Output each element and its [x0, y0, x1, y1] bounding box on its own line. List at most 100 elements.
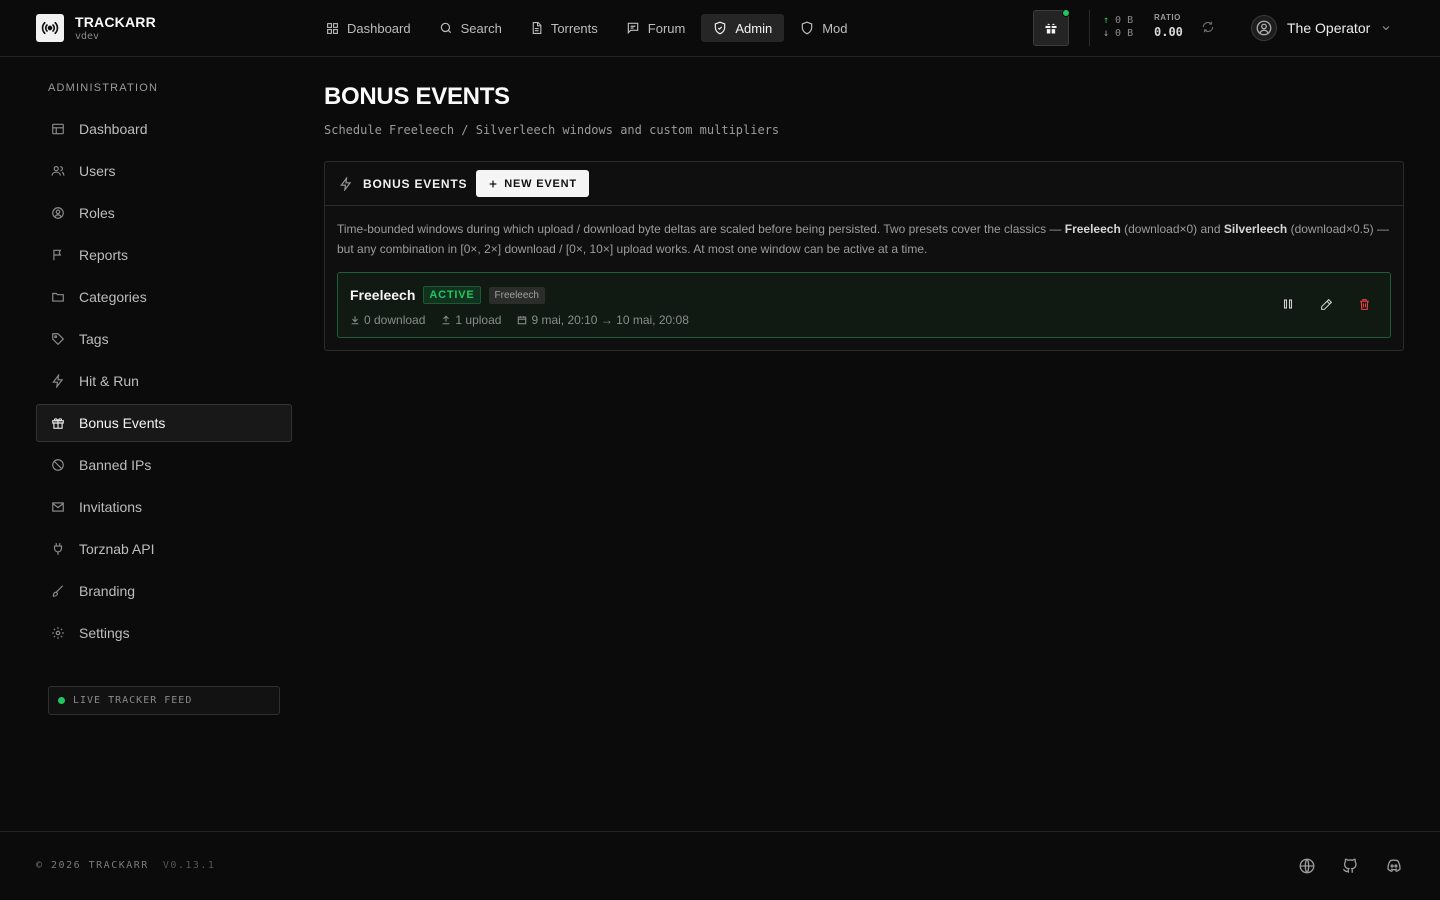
brush-icon [51, 584, 65, 598]
gift-icon [51, 416, 65, 430]
new-event-label: NEW EVENT [504, 177, 577, 190]
sidebar-item-banned-ips[interactable]: Banned IPs [36, 446, 292, 484]
user-menu[interactable]: The Operator [1251, 15, 1392, 41]
sidebar-item-label: Reports [79, 247, 129, 263]
new-event-button[interactable]: NEW EVENT [476, 170, 589, 197]
calendar-icon [517, 315, 527, 325]
live-status-dot [58, 697, 65, 704]
nav-dashboard[interactable]: Dashboard [314, 14, 423, 42]
nav-forum-label: Forum [647, 20, 686, 36]
footer: © 2026 TRACKARR V0.13.1 [0, 831, 1440, 900]
nav-mod[interactable]: Mod [788, 14, 859, 42]
main-nav: Dashboard Search Torrents Forum Admin Mo… [314, 14, 860, 42]
event-upload-multiplier: 1 upload [441, 313, 501, 327]
discord-icon[interactable] [1384, 857, 1404, 875]
pause-icon[interactable] [1280, 296, 1296, 312]
card-header: BONUS EVENTS NEW EVENT [325, 162, 1403, 206]
sidebar-item-label: Users [79, 163, 116, 179]
sidebar-item-invitations[interactable]: Invitations [36, 488, 292, 526]
nav-admin-label: Admin [735, 20, 773, 36]
shield-check-icon [713, 21, 727, 35]
sidebar-item-torznab-api[interactable]: Torznab API [36, 530, 292, 568]
sidebar-item-bonus-events[interactable]: Bonus Events [36, 404, 292, 442]
ban-icon [51, 458, 65, 472]
github-icon[interactable] [1341, 857, 1359, 875]
edit-icon[interactable] [1318, 296, 1334, 312]
sidebar-item-label: Bonus Events [79, 415, 166, 431]
uploaded-amount: 0 B [1115, 15, 1134, 26]
nav-mod-label: Mod [822, 20, 848, 36]
refresh-icon[interactable] [1201, 20, 1215, 34]
sidebar-item-dashboard[interactable]: Dashboard [36, 110, 292, 148]
sidebar-item-label: Settings [79, 625, 130, 641]
grid-icon [326, 22, 339, 35]
brand[interactable]: TRACKARR vdev [36, 14, 156, 42]
status-badge: ACTIVE [423, 286, 481, 304]
folder-icon [51, 290, 65, 304]
sidebar-item-tags[interactable]: Tags [36, 320, 292, 358]
broadcast-icon [36, 14, 64, 42]
roles-icon [51, 206, 65, 220]
top-bar: TRACKARR vdev Dashboard Search Torrents [0, 0, 1440, 57]
event-actions [1280, 296, 1372, 312]
zap-icon [51, 374, 65, 388]
sidebar-item-label: Roles [79, 205, 115, 221]
sidebar-item-settings[interactable]: Settings [36, 614, 292, 652]
globe-icon[interactable] [1298, 857, 1316, 875]
download-icon [350, 315, 360, 325]
gift-notification-dot [1062, 9, 1070, 17]
live-tracker-feed[interactable]: LIVE TRACKER FEED [48, 686, 280, 715]
sidebar-item-label: Dashboard [79, 121, 148, 137]
sidebar-item-label: Tags [79, 331, 109, 347]
event-row: Freeleech ACTIVE Freeleech 0 download 1 … [337, 272, 1391, 338]
upload-icon [441, 315, 451, 325]
sidebar-item-label: Categories [79, 289, 147, 305]
silverleech-term: Silverleech [1223, 222, 1288, 236]
live-feed-label: LIVE TRACKER FEED [73, 695, 193, 706]
header-divider [1089, 10, 1090, 46]
sidebar-item-branding[interactable]: Branding [36, 572, 292, 610]
preset-badge: Freeleech [488, 286, 545, 304]
gear-icon [51, 626, 65, 640]
sidebar-item-roles[interactable]: Roles [36, 194, 292, 232]
bonus-gift-button[interactable] [1033, 9, 1070, 46]
ratio-value: 0.00 [1154, 25, 1183, 39]
arrow-up-icon: ↑ [1103, 15, 1110, 26]
sidebar-list: Dashboard Users Roles Reports Categories… [36, 110, 292, 652]
sidebar-item-label: Branding [79, 583, 136, 599]
sidebar-item-users[interactable]: Users [36, 152, 292, 190]
brand-version: vdev [75, 30, 100, 42]
footer-copyright: © 2026 TRACKARR V0.13.1 [36, 860, 215, 871]
sidebar-item-label: Torznab API [79, 541, 155, 557]
nav-dashboard-label: Dashboard [347, 20, 411, 36]
delete-icon[interactable] [1356, 296, 1372, 312]
event-name: Freeleech [350, 287, 416, 303]
arrow-down-icon: ↓ [1103, 28, 1110, 39]
sidebar-item-categories[interactable]: Categories [36, 278, 292, 316]
card-title: BONUS EVENTS [363, 176, 468, 191]
nav-search[interactable]: Search [427, 14, 514, 42]
transfer-stats: ↑ 0 B ↓ 0 B [1103, 14, 1133, 40]
admin-sidebar: ADMINISTRATION Dashboard Users Roles Rep… [36, 57, 292, 715]
sidebar-item-label: Invitations [79, 499, 143, 515]
users-icon [51, 164, 65, 178]
gift-icon [1043, 20, 1059, 36]
avatar [1251, 15, 1277, 41]
message-icon [626, 21, 640, 35]
main-content: BONUS EVENTS Schedule Freeleech / Silver… [324, 57, 1404, 351]
sidebar-item-hit-and-run[interactable]: Hit & Run [36, 362, 292, 400]
layout-icon [51, 122, 65, 136]
nav-torrents[interactable]: Torrents [518, 14, 610, 42]
sidebar-item-reports[interactable]: Reports [36, 236, 292, 274]
tag-icon [51, 332, 65, 346]
nav-torrents-label: Torrents [550, 20, 598, 36]
copyright-text: © 2026 TRACKARR [36, 860, 149, 871]
zap-icon [339, 176, 353, 191]
event-download-multiplier: 0 download [350, 313, 425, 327]
nav-forum[interactable]: Forum [614, 14, 698, 42]
card-description: Time-bounded windows during which upload… [337, 222, 1389, 256]
sidebar-item-label: Banned IPs [79, 457, 152, 473]
page-subtitle: Schedule Freeleech / Silverleech windows… [324, 123, 780, 137]
footer-links [1298, 857, 1404, 875]
nav-admin[interactable]: Admin [701, 14, 785, 42]
